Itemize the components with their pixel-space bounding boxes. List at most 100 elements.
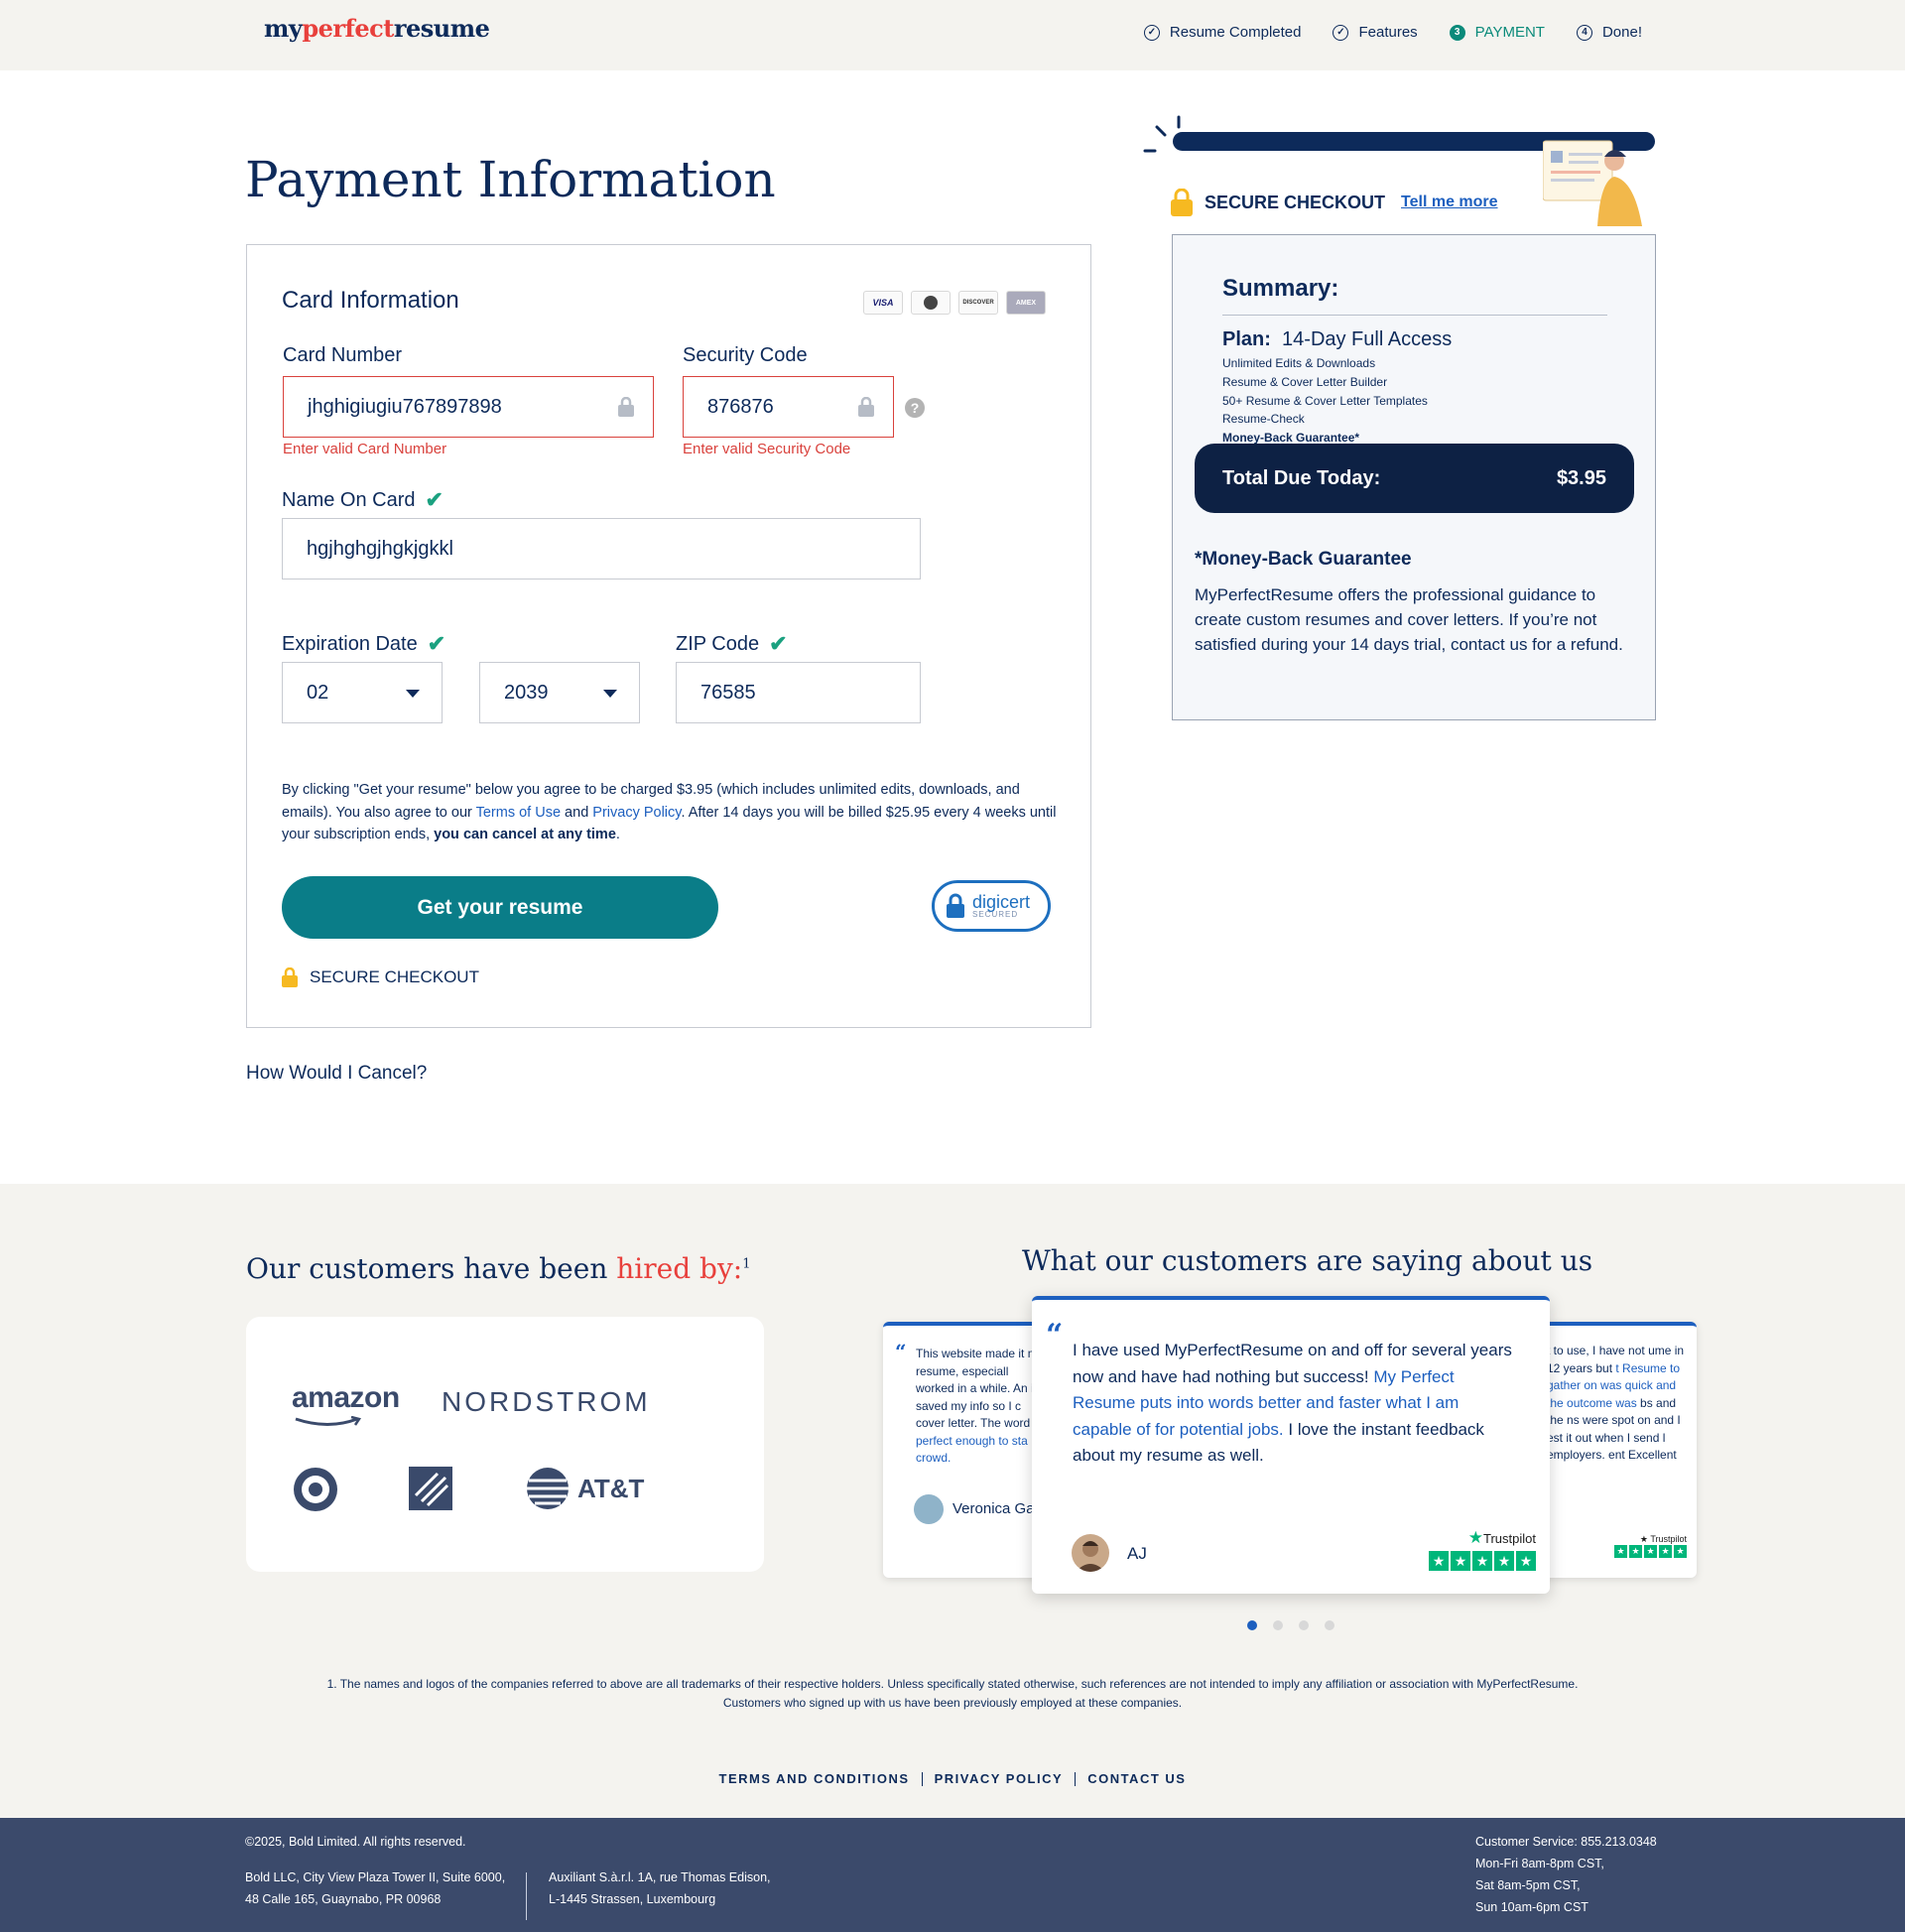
star-icon: ★ xyxy=(1614,1545,1627,1558)
privacy-policy-link[interactable]: Privacy Policy xyxy=(592,805,681,821)
expiration-year-select[interactable]: 2039 xyxy=(479,662,640,723)
att-logo: AT&T xyxy=(577,1474,645,1503)
plan-line: Plan: 14-Day Full Access xyxy=(1222,328,1452,351)
card-number-label-text: Card Number xyxy=(283,344,403,366)
security-code-input[interactable]: 876876 xyxy=(683,376,894,438)
star-icon: ★ xyxy=(1494,1551,1514,1571)
site-logo[interactable]: myperfectresume xyxy=(264,14,490,43)
review-main-text: I have used MyPerfectResume on and off f… xyxy=(1073,1338,1514,1470)
att-globe-logo xyxy=(527,1468,569,1509)
step-label: Resume Completed xyxy=(1169,24,1302,41)
secure-checkout-line: SECURE CHECKOUT xyxy=(282,967,479,987)
privacy-policy-link[interactable]: PRIVACY POLICY xyxy=(935,1771,1064,1786)
guarantee-text: MyPerfectResume offers the professional … xyxy=(1195,585,1623,654)
summary-title: Summary: xyxy=(1222,275,1339,302)
expiration-label-text: Expiration Date xyxy=(282,632,418,655)
name-on-card-value: hgjhghgjhgkjgkkl xyxy=(307,537,453,560)
carousel-dots xyxy=(1247,1620,1334,1630)
lock-icon xyxy=(618,397,634,417)
footer: ©2025, Bold Limited. All rights reserved… xyxy=(0,1818,1905,1932)
check-icon: ✔ xyxy=(425,487,444,512)
order-summary: Summary: Plan: 14-Day Full Access Unlimi… xyxy=(1172,234,1656,720)
feature-item: 50+ Resume & Cover Letter Templates xyxy=(1222,393,1428,408)
trustpilot-name: Trustpilot xyxy=(1483,1531,1536,1546)
carousel-dot-1[interactable] xyxy=(1247,1620,1257,1630)
expiration-month-select[interactable]: 02 xyxy=(282,662,443,723)
disclaimer-line: 1. The names and logos of the companies … xyxy=(326,1677,1579,1691)
terms-part: and xyxy=(561,804,593,821)
terms-of-use-link[interactable]: Terms of Use xyxy=(476,805,561,821)
logo-part-my: my xyxy=(264,14,303,43)
guarantee-title: *Money-Back Guarantee xyxy=(1195,549,1412,570)
security-code-value: 876876 xyxy=(707,395,774,418)
carousel-dot-4[interactable] xyxy=(1325,1620,1334,1630)
address-line: Auxiliant S.à.r.l. 1A, rue Thomas Edison… xyxy=(549,1870,771,1884)
terms-text: By clicking "Get your resume" below you … xyxy=(282,779,1066,846)
hired-title-part: Our customers have been xyxy=(246,1252,617,1285)
address-line: 48 Calle 165, Guaynabo, PR 00968 xyxy=(245,1892,442,1906)
review-card-left[interactable]: “ This website made it my resume, especi… xyxy=(883,1322,1042,1578)
feature-item: Unlimited Edits & Downloads xyxy=(1222,356,1376,370)
review-card-main[interactable]: “ I have used MyPerfectResume on and off… xyxy=(1032,1296,1550,1594)
star-icon: ★ xyxy=(1659,1545,1672,1558)
how-would-i-cancel-link[interactable]: How Would I Cancel? xyxy=(246,1063,427,1085)
reviewer-name: Veronica Ga xyxy=(952,1500,1035,1517)
review-left-text: This website made it my resume, especial… xyxy=(916,1346,1042,1468)
step-label: Features xyxy=(1358,24,1418,41)
summary-divider xyxy=(1222,315,1607,316)
divider xyxy=(1075,1771,1077,1786)
name-on-card-label-text: Name On Card xyxy=(282,488,416,511)
zip-value: 76585 xyxy=(700,681,756,704)
digicert-text: digicert SECURED xyxy=(972,893,1030,919)
step-features: ✓ Features xyxy=(1333,24,1418,41)
plan-name: 14-Day Full Access xyxy=(1282,328,1453,350)
step-number-icon: 4 xyxy=(1576,24,1592,41)
step-check-icon: ✓ xyxy=(1333,24,1349,41)
check-icon: ✔ xyxy=(427,631,446,656)
divider xyxy=(526,1872,527,1920)
home-depot-logo xyxy=(409,1467,452,1510)
step-done: 4 Done! xyxy=(1576,24,1642,41)
carousel-dot-2[interactable] xyxy=(1273,1620,1283,1630)
cs-line: Sun 10am-6pm CST xyxy=(1475,1900,1588,1914)
visa-icon: VISA xyxy=(863,291,903,315)
security-code-label-text: Security Code xyxy=(683,344,808,366)
get-your-resume-button[interactable]: Get your resume xyxy=(282,876,718,939)
step-check-icon: ✓ xyxy=(1143,24,1160,41)
star-icon: ★ xyxy=(1451,1551,1470,1571)
carousel-dot-3[interactable] xyxy=(1299,1620,1309,1630)
reviewer-name: AJ xyxy=(1127,1544,1147,1563)
logo-part-resume: resume xyxy=(393,14,490,43)
card-info-heading: Card Information xyxy=(282,287,459,314)
secure-checkout-label: SECURE CHECKOUT xyxy=(1205,192,1386,212)
trustpilot-badge: ★Trustpilot ★ ★ ★ ★ ★ xyxy=(1429,1528,1536,1571)
name-on-card-input[interactable]: hgjhghgjhgkjgkkl xyxy=(282,518,921,580)
help-icon[interactable]: ? xyxy=(905,398,925,418)
name-on-card-label: Name On Card ✔ xyxy=(282,487,444,513)
trademark-disclaimer: 1. The names and logos of the companies … xyxy=(248,1675,1657,1713)
expiration-month-value: 02 xyxy=(307,681,329,704)
contact-us-link[interactable]: CONTACT US xyxy=(1087,1771,1186,1786)
feature-item: Resume & Cover Letter Builder xyxy=(1222,374,1388,389)
step-label: Done! xyxy=(1601,24,1642,41)
review-right-text: t to use, I have not ume in 12 years but… xyxy=(1547,1343,1696,1465)
trustpilot-star-icon: ★ xyxy=(1467,1528,1484,1547)
quote-icon: “ xyxy=(1046,1318,1064,1352)
support-agent-illustration xyxy=(1543,140,1642,226)
step-resume-completed: ✓ Resume Completed xyxy=(1143,24,1302,41)
amazon-smile-icon xyxy=(295,1416,362,1426)
star-icon: ★ xyxy=(1644,1545,1657,1558)
quote-icon: “ xyxy=(895,1340,907,1363)
zip-code-input[interactable]: 76585 xyxy=(676,662,921,723)
feature-item: Resume-Check xyxy=(1222,412,1305,427)
terms-and-conditions-link[interactable]: TERMS AND CONDITIONS xyxy=(719,1771,910,1786)
security-code-error: Enter valid Security Code xyxy=(683,441,851,457)
trustpilot-label: ★ Trustpilot xyxy=(1639,1534,1687,1544)
top-header: myperfectresume ✓ Resume Completed ✓ Featu… xyxy=(0,0,1905,70)
star-icon: ★ xyxy=(1429,1551,1449,1571)
tell-me-more-link[interactable]: Tell me more xyxy=(1401,193,1498,211)
review-card-right[interactable]: t to use, I have not ume in 12 years but… xyxy=(1533,1322,1697,1578)
card-number-input[interactable]: jhghigiugiu767897898 xyxy=(283,376,654,438)
avatar xyxy=(914,1494,944,1524)
logo-part-perfect: perfect xyxy=(302,14,394,43)
